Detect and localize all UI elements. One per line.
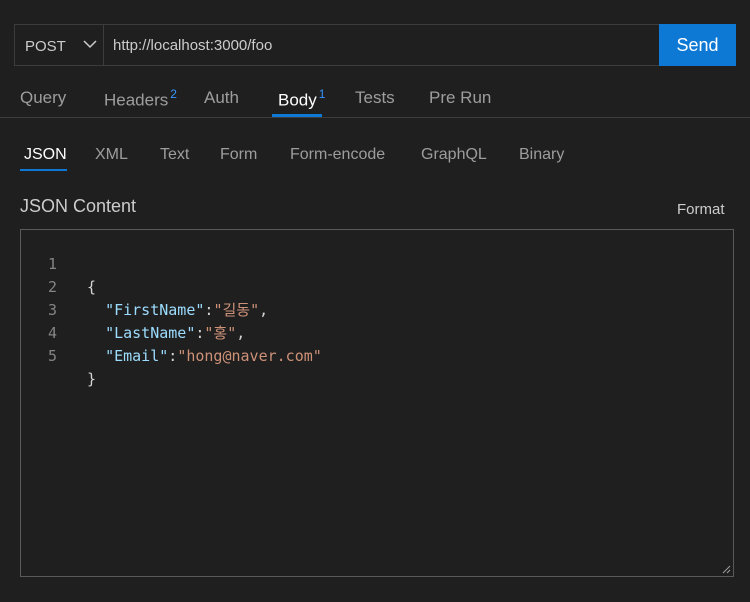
tab-label: Auth <box>204 88 239 107</box>
request-tabs: Query Headers 2 Auth Body 1 Tests Pre Run <box>0 84 750 118</box>
tab-tests[interactable]: Tests <box>355 88 395 108</box>
json-key: "FirstName" <box>105 301 205 319</box>
line-code: "LastName":"홍", <box>105 324 246 342</box>
line-number: 5 <box>47 347 57 365</box>
body-type-text[interactable]: Text <box>160 146 189 164</box>
code-line: 2 "FirstName":"길동", <box>21 253 268 319</box>
body-type-xml[interactable]: XML <box>95 146 128 164</box>
line-code: "FirstName":"길동", <box>105 301 269 319</box>
json-comma: , <box>259 301 269 319</box>
body-type-form[interactable]: Form <box>220 146 257 164</box>
json-value: "길동" <box>213 301 260 319</box>
tab-headers[interactable]: Headers 2 <box>104 87 177 111</box>
line-code: } <box>87 368 96 391</box>
resize-grip-icon[interactable] <box>721 564 731 574</box>
method-select[interactable]: POST <box>15 25 104 65</box>
tab-label: Headers <box>104 90 169 110</box>
chevron-down-icon <box>83 40 97 49</box>
line-code: { <box>87 276 96 299</box>
code-line: 1 { <box>21 230 96 296</box>
tab-auth[interactable]: Auth <box>204 88 239 108</box>
json-value: "hong@naver.com" <box>177 347 322 365</box>
json-editor[interactable]: 1 { 2 "FirstName":"길동", 3 "LastName":"홍"… <box>20 229 734 577</box>
json-key: "LastName" <box>105 324 196 342</box>
line-code: "Email":"hong@naver.com" <box>105 347 322 365</box>
code-line: 3 "LastName":"홍", <box>21 276 245 342</box>
body-type-form-encode[interactable]: Form-encode <box>290 146 385 164</box>
section-title: JSON Content <box>20 196 137 216</box>
tab-label: Body <box>278 90 317 110</box>
json-comma: , <box>236 324 246 342</box>
body-type-json[interactable]: JSON <box>24 146 67 164</box>
url-input[interactable] <box>113 25 657 65</box>
tab-label: Query <box>20 88 67 107</box>
tab-label: Pre Run <box>429 88 492 107</box>
json-brace: } <box>87 370 97 388</box>
method-label: POST <box>25 38 66 55</box>
tab-query[interactable]: Query <box>20 88 66 108</box>
tab-pre-run[interactable]: Pre Run <box>429 88 491 108</box>
code-line: 4 "Email":"hong@naver.com" <box>21 299 322 365</box>
json-key: "Email" <box>105 347 169 365</box>
send-button[interactable]: Send <box>659 24 736 66</box>
tab-body[interactable]: Body 1 <box>278 87 326 111</box>
tab-label: Tests <box>355 88 395 107</box>
format-button[interactable]: Format <box>677 201 725 218</box>
request-bar: POST Send <box>14 24 736 66</box>
tab-badge: 2 <box>170 87 177 101</box>
body-type-graphql[interactable]: GraphQL <box>421 146 487 164</box>
json-brace: { <box>87 278 97 296</box>
active-tab-indicator <box>272 114 322 117</box>
body-type-binary[interactable]: Binary <box>519 146 564 164</box>
code-line: 5 } <box>21 322 96 388</box>
json-value: "홍" <box>204 324 237 342</box>
tab-badge: 1 <box>318 87 326 101</box>
active-body-type-indicator <box>20 169 67 171</box>
